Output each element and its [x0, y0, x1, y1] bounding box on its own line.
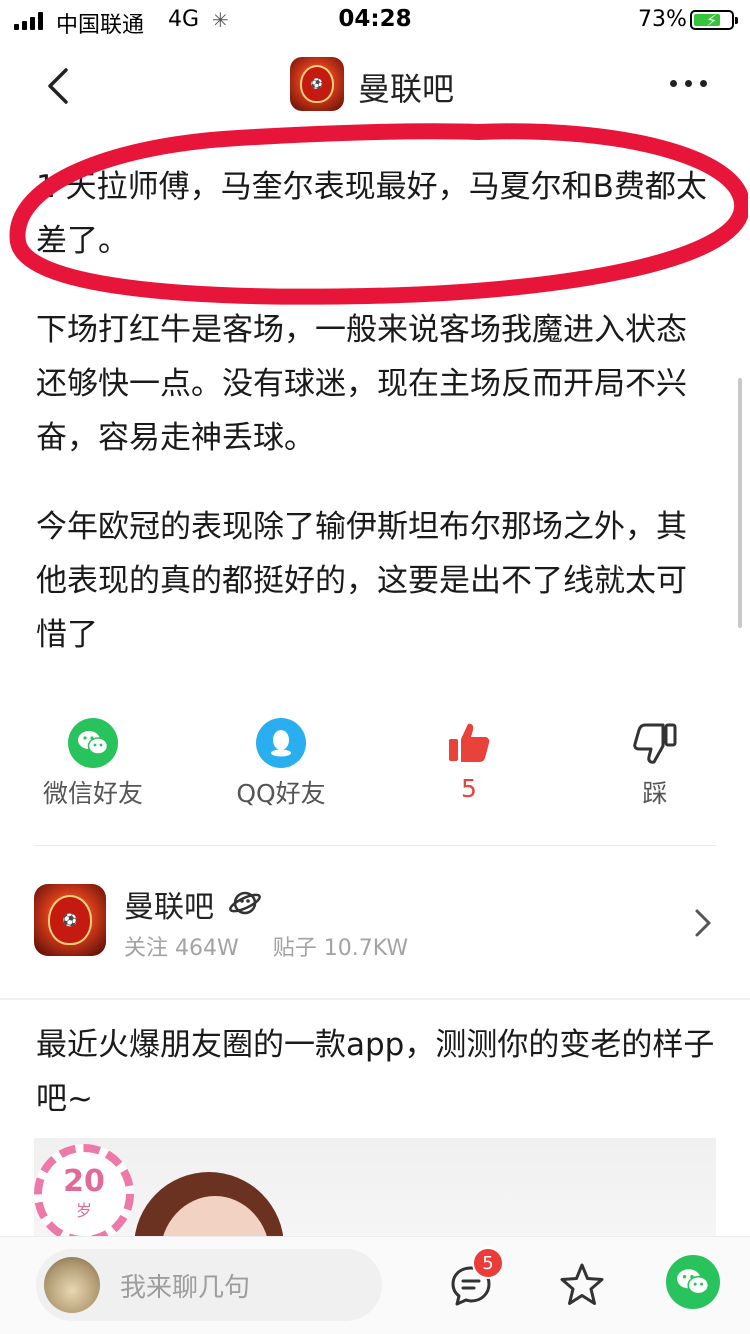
share-row: 微信好友 QQ好友 5 踩 — [0, 718, 750, 818]
follow-count: 关注 464W — [124, 936, 239, 961]
wechat-share-button[interactable] — [666, 1255, 720, 1309]
bottom-bar: 我来聊几句 5 — [0, 1236, 750, 1334]
status-bar: 中国联通 4G ✳ 04:28 73% ⚡ — [0, 0, 750, 40]
thumbs-up-icon — [444, 718, 494, 768]
page-title[interactable]: 曼联吧 — [358, 64, 454, 110]
dislike-label: 踩 — [642, 779, 668, 808]
user-avatar[interactable] — [44, 1257, 100, 1313]
share-wechat-label: 微信好友 — [42, 779, 143, 808]
post-paragraph: 1 天拉师傅，马奎尔表现最好，马夏尔和B费都太差了。 — [36, 169, 707, 259]
post-paragraph: 下场打红牛是客场，一般来说客场我魔进入状态还够快一点。没有球迷，现在主场反而开局… — [36, 312, 687, 456]
divider — [34, 845, 716, 846]
thumbs-down-icon — [630, 718, 680, 768]
more-icon[interactable] — [670, 80, 707, 87]
battery-percent: 73% — [638, 7, 687, 32]
share-qq-label: QQ好友 — [236, 779, 326, 808]
comment-count-badge: 5 — [472, 1247, 504, 1279]
crest-icon: ⚽ — [300, 65, 334, 103]
share-qq-button[interactable]: QQ好友 — [206, 718, 356, 810]
comment-input[interactable]: 我来聊几句 — [36, 1249, 382, 1321]
scrollbar[interactable] — [738, 378, 742, 628]
age-unit: 岁 — [75, 1201, 92, 1220]
wechat-icon — [677, 1269, 710, 1295]
forum-card[interactable]: ⚽ 曼联吧 关注 464W 贴子 10.7KW — [0, 868, 750, 978]
forum-stats: 关注 464W 贴子 10.7KW — [124, 930, 408, 962]
nav-bar: ⚽ 曼联吧 — [0, 40, 750, 130]
back-icon[interactable] — [44, 66, 72, 106]
age-number: 20 — [63, 1164, 105, 1199]
ad-image[interactable]: 20 岁 — [34, 1138, 716, 1248]
forum-name: 曼联吧 — [124, 890, 214, 925]
dislike-button[interactable]: 踩 — [580, 718, 730, 810]
ad-text[interactable]: 最近火爆朋友圈的一款app，测测你的变老的样子吧~ — [36, 1018, 716, 1126]
like-count: 5 — [461, 774, 477, 803]
share-wechat-button[interactable]: 微信好友 — [18, 718, 168, 810]
comment-placeholder: 我来聊几句 — [120, 1273, 251, 1303]
forum-logo[interactable]: ⚽ — [290, 57, 344, 111]
post-count: 贴子 10.7KW — [272, 936, 409, 961]
crest-icon: ⚽ — [48, 895, 92, 945]
battery-icon: ⚡ — [690, 10, 738, 30]
planet-icon — [229, 891, 261, 915]
chevron-right-icon[interactable] — [694, 908, 712, 938]
like-button[interactable]: 5 — [394, 718, 544, 803]
forum-avatar: ⚽ — [34, 884, 106, 956]
post-paragraph: 今年欧冠的表现除了输伊斯坦布尔那场之外，其他表现的真的都挺好的，这要是出不了线就… — [36, 509, 687, 653]
age-badge: 20 岁 — [34, 1144, 134, 1244]
section-divider — [0, 998, 750, 1000]
star-icon[interactable] — [558, 1261, 606, 1309]
qq-icon — [256, 718, 306, 768]
wechat-icon — [68, 718, 118, 768]
